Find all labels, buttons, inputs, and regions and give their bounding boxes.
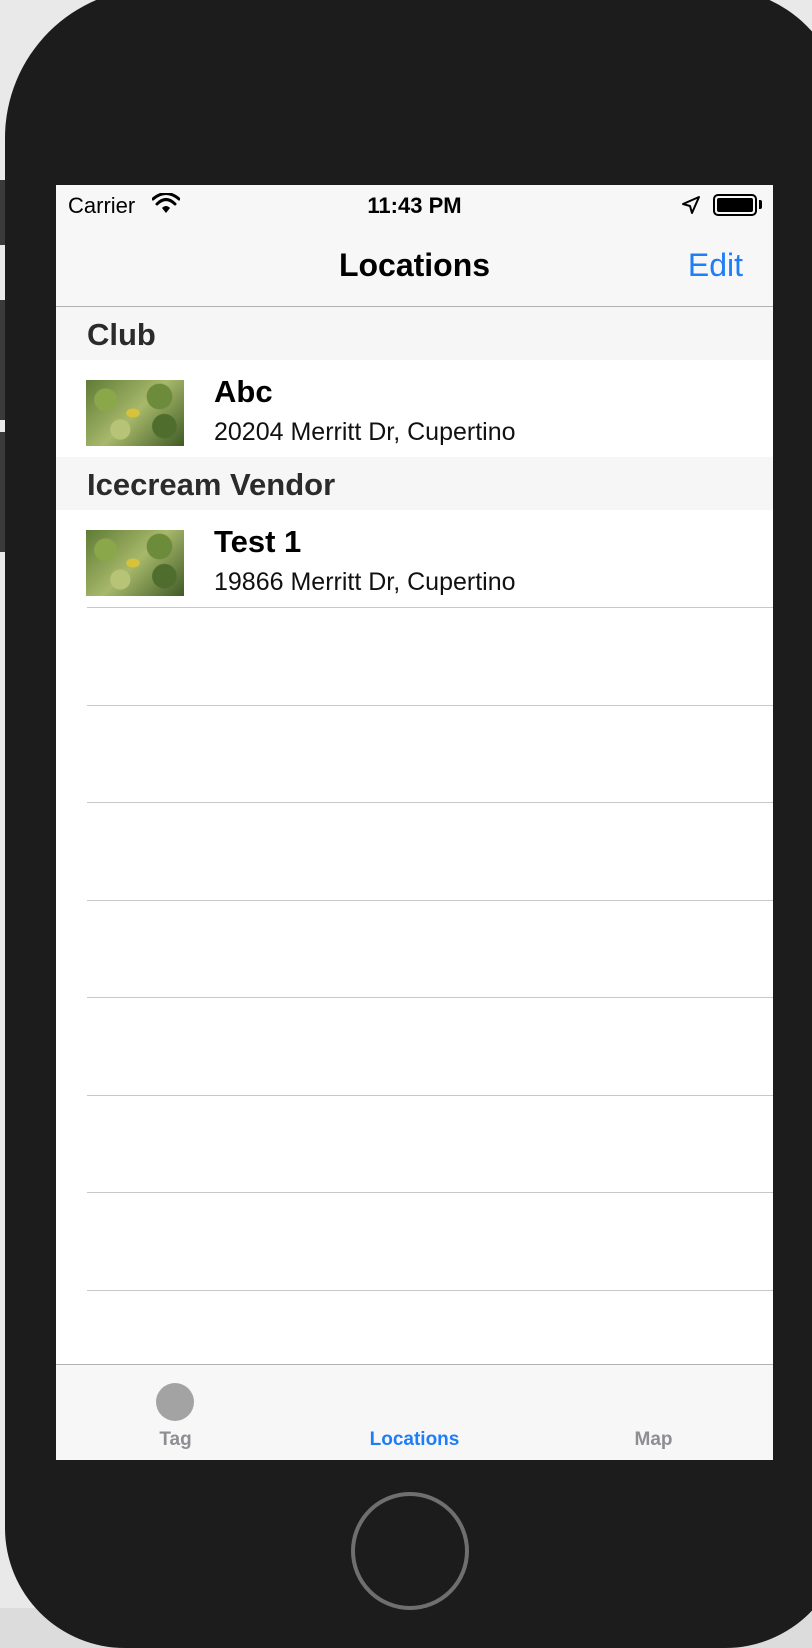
section-header-icecream-vendor: Icecream Vendor bbox=[56, 457, 773, 510]
edit-button[interactable]: Edit bbox=[688, 247, 743, 284]
row-separator bbox=[87, 900, 773, 901]
tab-map[interactable]: Map bbox=[534, 1365, 773, 1460]
tab-label: Map bbox=[634, 1429, 673, 1450]
section-title: Club bbox=[87, 317, 156, 352]
page-title: Locations bbox=[338, 247, 491, 283]
row-separator bbox=[87, 802, 773, 803]
location-name: Test 1 bbox=[214, 524, 302, 559]
section-title: Icecream Vendor bbox=[87, 467, 336, 502]
location-arrow-icon bbox=[682, 196, 700, 214]
battery-icon bbox=[713, 194, 757, 216]
row-separator bbox=[87, 1095, 773, 1096]
location-address: 20204 Merritt Dr, Cupertino bbox=[214, 418, 516, 446]
row-separator bbox=[87, 1290, 773, 1291]
location-thumbnail bbox=[86, 530, 184, 596]
status-time: 11:43 PM bbox=[367, 193, 462, 218]
circle-icon bbox=[156, 1383, 194, 1421]
row-separator bbox=[87, 705, 773, 706]
section-header-club: Club bbox=[56, 307, 773, 360]
tab-bar: Tag Locations Map bbox=[56, 1364, 773, 1460]
row-separator bbox=[87, 1192, 773, 1193]
battery-tip bbox=[759, 200, 762, 209]
location-row[interactable]: Abc 20204 Merritt Dr, Cupertino bbox=[56, 360, 773, 457]
tab-label: Tag bbox=[159, 1429, 192, 1450]
location-address: 19866 Merritt Dr, Cupertino bbox=[214, 568, 516, 596]
tab-label: Locations bbox=[369, 1429, 460, 1450]
status-bar: Carrier 11:43 PM bbox=[56, 185, 773, 225]
location-row[interactable]: Test 1 19866 Merritt Dr, Cupertino bbox=[56, 510, 773, 607]
location-name: Abc bbox=[214, 374, 273, 409]
row-separator bbox=[87, 997, 773, 998]
navigation-bar: Locations Edit bbox=[56, 225, 773, 307]
tab-locations[interactable]: Locations bbox=[295, 1365, 534, 1460]
tab-tag[interactable]: Tag bbox=[56, 1365, 295, 1460]
location-thumbnail bbox=[86, 380, 184, 446]
home-button[interactable] bbox=[351, 1492, 469, 1610]
row-separator bbox=[87, 607, 773, 608]
simulator-screen: Carrier 11:43 PM Locations Edit Club Abc… bbox=[56, 185, 773, 1460]
